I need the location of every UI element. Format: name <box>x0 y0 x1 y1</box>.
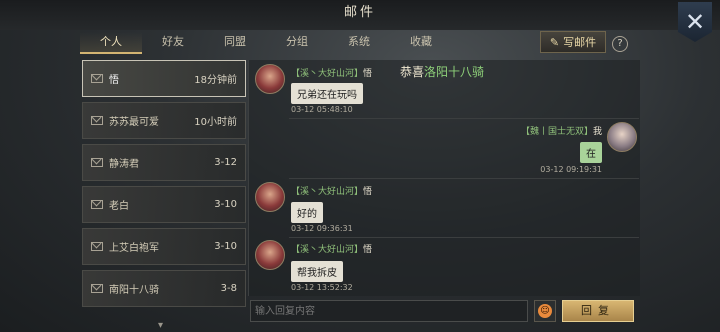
conversation-item[interactable]: 悟 18分钟前 <box>82 60 246 97</box>
message-bubble: 帮我拆皮 <box>291 261 343 282</box>
message-divider <box>289 118 639 119</box>
conversation-time: 3-10 <box>214 241 237 252</box>
conversation-item[interactable]: 老白 3-10 <box>82 186 246 223</box>
avatar[interactable] <box>607 122 637 152</box>
marquee-prefix: 恭喜 <box>400 65 425 79</box>
conversation-name: 悟 <box>109 75 119 86</box>
conversation-name: 南阳十八骑 <box>109 285 159 296</box>
conversation-name: 老白 <box>109 201 129 212</box>
sender-name: 悟 <box>363 245 373 255</box>
reply-input[interactable] <box>250 300 528 322</box>
conversation-time: 3-10 <box>214 199 237 210</box>
write-mail-label: 写邮件 <box>563 36 597 49</box>
conversation-time: 18分钟前 <box>194 75 237 86</box>
reply-button[interactable]: 回复 <box>562 300 634 322</box>
conversation-item[interactable]: 静涛君 3-12 <box>82 144 246 181</box>
conversation-name: 静涛君 <box>109 159 139 170</box>
conversation-name: 上艾白袍军 <box>109 243 159 254</box>
envelope-icon <box>91 242 103 251</box>
tab-favorites[interactable]: 收藏 <box>390 32 452 54</box>
avatar[interactable] <box>255 240 285 270</box>
message-time: 03-12 09:36:31 <box>291 224 353 233</box>
envelope-icon <box>91 116 103 125</box>
conversation-time: 3-12 <box>214 157 237 168</box>
write-mail-button[interactable]: ✎ 写邮件 <box>540 31 606 53</box>
message-divider <box>289 178 639 179</box>
envelope-icon <box>91 284 103 293</box>
marquee-highlight: 洛阳十八骑 <box>424 65 485 79</box>
tab-groups[interactable]: 分组 <box>266 32 328 54</box>
envelope-icon <box>91 158 103 167</box>
conversation-list[interactable]: 悟 18分钟前 苏苏最可爱 10小时前 静涛君 3-12 老白 3-10 上艾白… <box>82 60 246 328</box>
message-time: 03-12 09:19:31 <box>540 165 602 174</box>
sender-name: 悟 <box>363 69 373 79</box>
sender-line: 【魏丨国士无双】我 <box>521 124 602 137</box>
pencil-icon: ✎ <box>549 35 560 49</box>
guild-tag: 【溪丶大好山河】 <box>291 245 364 255</box>
guild-tag: 【魏丨国士无双】 <box>520 127 593 137</box>
envelope-icon <box>91 74 103 83</box>
sender-name: 悟 <box>363 187 373 197</box>
conversation-time: 10小时前 <box>194 117 237 128</box>
tab-alliance[interactable]: 同盟 <box>204 32 266 54</box>
message-time: 03-12 05:48:10 <box>291 105 353 114</box>
broadcast-marquee: 恭喜洛阳十八骑 <box>400 63 484 80</box>
close-icon[interactable]: ✕ <box>678 2 712 42</box>
conversation-name: 苏苏最可爱 <box>109 117 159 128</box>
conversation-item[interactable]: 苏苏最可爱 10小时前 <box>82 102 246 139</box>
message-bubble: 在 <box>580 142 602 163</box>
tab-friends[interactable]: 好友 <box>142 32 204 54</box>
sender-name: 我 <box>592 127 602 137</box>
envelope-icon <box>91 200 103 209</box>
chat-panel[interactable]: 【溪丶大好山河】悟 兄弟还在玩吗 03-12 05:48:10 【魏丨国士无双】… <box>248 60 640 296</box>
avatar[interactable] <box>255 182 285 212</box>
sender-line: 【溪丶大好山河】悟 <box>291 184 372 197</box>
emoji-button[interactable]: ☺ <box>534 300 556 322</box>
page-title: 邮件 <box>343 5 376 20</box>
message-bubble: 兄弟还在玩吗 <box>291 83 363 104</box>
mail-title-bar: 邮件 <box>0 0 720 30</box>
message-time: 03-12 13:52:32 <box>291 283 353 292</box>
help-icon[interactable]: ? <box>612 36 628 52</box>
sender-line: 【溪丶大好山河】悟 <box>291 66 372 79</box>
tab-system[interactable]: 系统 <box>328 32 390 54</box>
sender-line: 【溪丶大好山河】悟 <box>291 242 372 255</box>
message-bubble: 好的 <box>291 202 323 223</box>
chevron-down-icon[interactable]: ▾ <box>158 320 163 331</box>
conversation-time: 3-8 <box>220 283 237 294</box>
guild-tag: 【溪丶大好山河】 <box>291 187 364 197</box>
emoji-icon: ☺ <box>538 304 552 318</box>
avatar[interactable] <box>255 64 285 94</box>
conversation-item[interactable]: 南阳十八骑 3-8 <box>82 270 246 307</box>
conversation-item[interactable]: 上艾白袍军 3-10 <box>82 228 246 265</box>
message-divider <box>289 237 639 238</box>
tab-personal[interactable]: 个人 <box>80 32 142 54</box>
guild-tag: 【溪丶大好山河】 <box>291 69 364 79</box>
mail-tabs: 个人 好友 同盟 分组 系统 收藏 <box>80 32 452 54</box>
